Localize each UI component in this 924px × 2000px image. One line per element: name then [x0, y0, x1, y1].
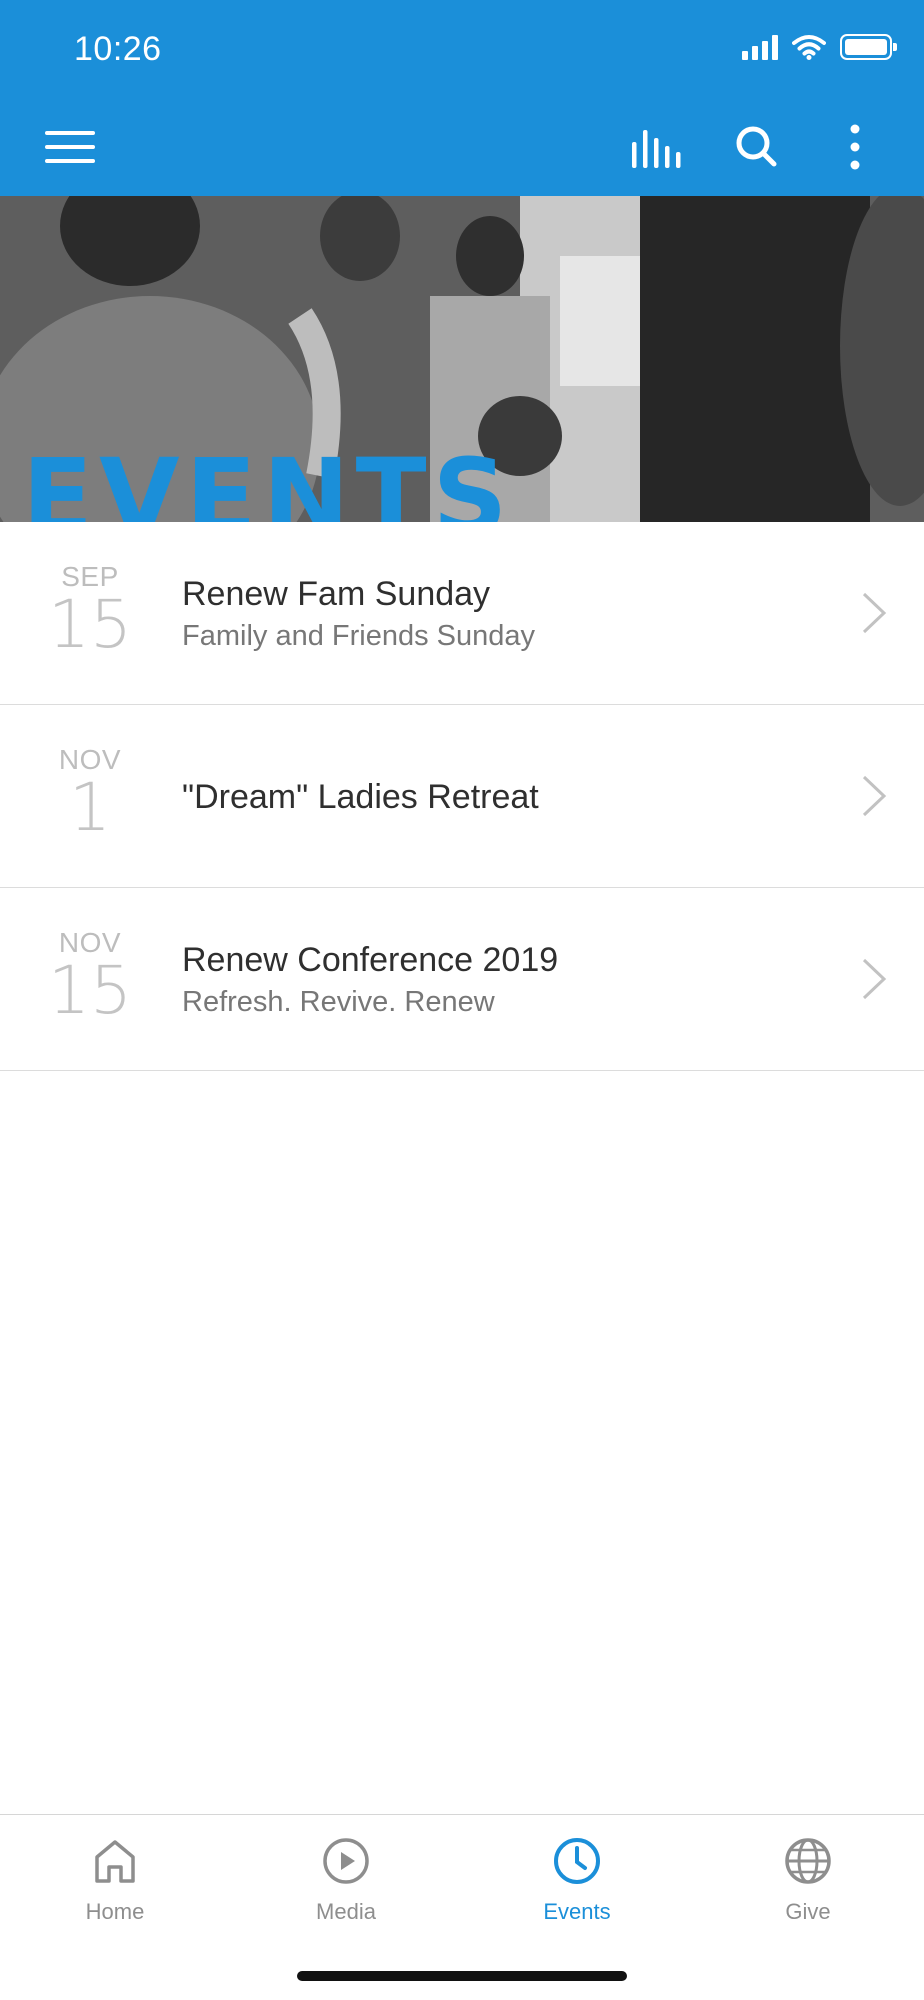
event-subtitle: Refresh. Revive. Renew	[182, 985, 495, 1018]
events-hero-banner: EVENTS	[0, 196, 924, 522]
tab-label: Media	[316, 1899, 376, 1924]
event-row[interactable]: NOV 1 "Dream" Ladies Retreat	[0, 705, 924, 888]
tab-label: Home	[85, 1899, 145, 1924]
event-list: SEP 15 Renew Fam Sunday Family and Frien…	[0, 522, 924, 1071]
tab-media[interactable]: Media	[256, 1833, 436, 1925]
status-time: 10:26	[74, 30, 162, 68]
event-title: "Dream" Ladies Retreat	[182, 777, 539, 816]
event-date: NOV 15	[36, 928, 144, 1024]
tab-give[interactable]: Give	[718, 1833, 898, 1925]
home-icon	[95, 1840, 135, 1883]
event-title: Renew Conference 2019	[182, 940, 559, 979]
event-date: NOV 1	[36, 745, 144, 841]
more-vertical-icon	[850, 124, 860, 170]
event-day: 1	[69, 769, 111, 846]
chevron-right-icon	[862, 775, 887, 817]
event-date: SEP 15	[36, 562, 144, 658]
chevron-right-icon	[862, 958, 887, 1000]
event-day: 15	[48, 586, 132, 663]
tab-label: Events	[543, 1899, 611, 1924]
home-indicator	[297, 1971, 627, 1981]
event-row[interactable]: SEP 15 Renew Fam Sunday Family and Frien…	[0, 522, 924, 705]
menu-icon	[45, 131, 95, 163]
event-text: Renew Conference 2019 Refresh. Revive. R…	[182, 888, 558, 1071]
more-options-button[interactable]	[840, 120, 870, 174]
search-button[interactable]	[730, 120, 782, 172]
wifi-icon	[792, 35, 826, 60]
tab-events[interactable]: Events	[487, 1833, 667, 1925]
event-subtitle: Family and Friends Sunday	[182, 619, 535, 652]
app-header: 10:26	[0, 0, 924, 196]
event-row[interactable]: NOV 15 Renew Conference 2019 Refresh. Re…	[0, 888, 924, 1071]
live-audio-button[interactable]	[628, 122, 686, 174]
globe-icon	[785, 1838, 831, 1884]
menu-button[interactable]	[44, 124, 96, 170]
cellular-signal-icon	[742, 34, 778, 60]
chevron-right-icon	[862, 592, 887, 634]
tab-home[interactable]: Home	[25, 1833, 205, 1925]
hero-title: EVENTS	[22, 436, 514, 522]
event-day: 15	[48, 952, 132, 1029]
event-text: "Dream" Ladies Retreat	[182, 705, 539, 888]
tab-label: Give	[785, 1899, 831, 1924]
search-icon	[736, 126, 777, 167]
clock-icon	[554, 1838, 600, 1884]
event-text: Renew Fam Sunday Family and Friends Sund…	[182, 522, 535, 705]
audio-bars-icon	[632, 130, 681, 168]
event-title: Renew Fam Sunday	[182, 574, 491, 613]
battery-icon	[840, 34, 897, 60]
status-icons	[742, 34, 897, 60]
play-circle-icon	[323, 1838, 369, 1884]
